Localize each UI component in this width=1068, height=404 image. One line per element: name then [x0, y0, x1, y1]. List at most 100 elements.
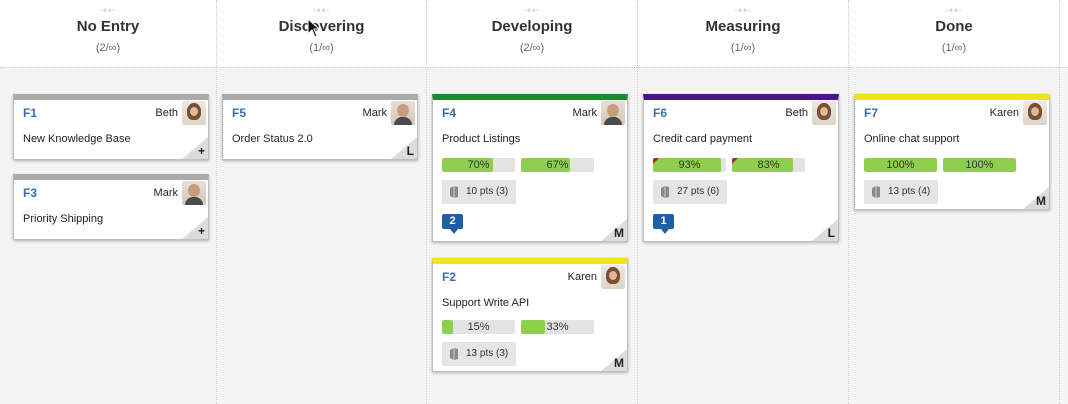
points-badge[interactable]: 13 pts (4)	[864, 180, 939, 204]
card-owner: Mark	[153, 187, 178, 199]
drag-arrows-icon[interactable]: ⇢⇠	[945, 6, 963, 15]
card-title: Product Listings	[442, 133, 521, 145]
comment-icon[interactable]: 2	[442, 214, 463, 234]
progress-bar: 100%	[943, 158, 1016, 172]
card-size: L	[827, 226, 835, 240]
card-id[interactable]: F3	[23, 186, 37, 200]
column-count: (1/∞)	[730, 42, 756, 54]
book-icon	[872, 186, 880, 198]
card-title: Support Write API	[442, 297, 530, 309]
points-badge[interactable]: 10 pts (3)	[442, 180, 517, 204]
card-f3[interactable]: F3 Mark Priority Shipping +	[13, 174, 209, 240]
card-title: Priority Shipping	[23, 213, 104, 225]
avatar	[601, 101, 625, 125]
progress-label: 83%	[757, 159, 780, 171]
card-id[interactable]: F5	[232, 106, 246, 120]
column-header[interactable]: ⇢⇠ Done (1/∞)	[849, 0, 1059, 68]
avatar	[1023, 101, 1047, 125]
card-id[interactable]: F6	[653, 106, 667, 120]
avatar	[391, 101, 415, 125]
drag-arrows-icon[interactable]: ⇢⇠	[523, 6, 541, 15]
progress-bar: 100%	[864, 158, 937, 172]
points-text: 27 pts (6)	[677, 186, 720, 197]
card-title: New Knowledge Base	[23, 133, 131, 145]
drag-arrows-icon[interactable]: ⇢⇠	[734, 6, 752, 15]
board-edge	[1060, 0, 1068, 404]
card-size: M	[1036, 194, 1046, 208]
card-title: Order Status 2.0	[232, 133, 313, 145]
column-count: (1/∞)	[941, 42, 967, 54]
column-header[interactable]: ⇢⇠ No Entry (2/∞)	[0, 0, 216, 68]
column-header[interactable]: ⇢⇠ Developing (2/∞)	[427, 0, 637, 68]
column-title: Developing	[491, 18, 573, 35]
card-f1[interactable]: F1 Beth New Knowledge Base +	[13, 94, 209, 160]
book-icon	[450, 348, 458, 360]
board-edge-body	[1060, 68, 1068, 404]
card-id[interactable]: F1	[23, 106, 37, 120]
comment-count: 1	[660, 215, 667, 227]
column-count: (2/∞)	[519, 42, 545, 54]
card-size: +	[197, 144, 205, 158]
column-discovering: ⇢⇠ Discovering (1/∞)	[217, 0, 427, 404]
progress-bar: 70%	[442, 158, 515, 172]
avatar	[182, 181, 206, 205]
kanban-board: ⇢⇠ No Entry (2/∞) ⇢⇠ Discovering (1/∞) ⇢…	[0, 0, 1068, 404]
card-f5[interactable]: F5 Mark Order Status 2.0 L	[222, 94, 418, 160]
points-badge[interactable]: 13 pts (3)	[442, 342, 517, 366]
progress-label: 70%	[467, 159, 490, 171]
card-owner: Karen	[989, 107, 1019, 119]
book-icon	[661, 186, 669, 198]
column-count: (2/∞)	[95, 42, 121, 54]
comment-count: 2	[449, 215, 456, 227]
avatar	[812, 101, 836, 125]
progress-bar: 15%	[442, 320, 515, 334]
card-owner: Mark	[572, 107, 597, 119]
drag-arrows-icon[interactable]: ⇢⇠	[313, 6, 331, 15]
card-title: Online chat support	[864, 133, 960, 145]
card-id[interactable]: F2	[442, 270, 456, 284]
card-owner: Mark	[362, 107, 387, 119]
progress-label: 33%	[546, 321, 569, 333]
points-text: 13 pts (4)	[888, 186, 931, 197]
card-f7[interactable]: F7 Karen Online chat support 100% 100% 1…	[854, 94, 1050, 210]
card-owner: Beth	[785, 107, 808, 119]
card-title: Credit card payment	[653, 133, 753, 145]
card-size: M	[614, 226, 624, 240]
progress-bar: 33%	[521, 320, 594, 334]
column-count: (1/∞)	[309, 42, 334, 54]
drag-arrows-icon[interactable]: ⇢⇠	[99, 6, 117, 15]
column-title: Discovering	[278, 18, 365, 35]
card-f2[interactable]: F2 Karen Support Write API 15% 33% 13 pt…	[432, 258, 628, 372]
progress-label: 67%	[546, 159, 569, 171]
card-owner: Karen	[567, 271, 597, 283]
column-header[interactable]: ⇢⇠ Measuring (1/∞)	[638, 0, 848, 68]
book-icon	[450, 186, 458, 198]
card-id[interactable]: F4	[442, 106, 456, 120]
progress-bar: 83%	[732, 158, 805, 172]
column-header[interactable]: ⇢⇠ Discovering (1/∞)	[217, 0, 426, 68]
progress-bar: 93%	[653, 158, 726, 172]
progress-label: 15%	[467, 321, 490, 333]
card-f6[interactable]: F6 Beth Credit card payment 93% 83% 27 p…	[643, 94, 839, 242]
card-size: L	[406, 144, 414, 158]
card-size: +	[197, 224, 205, 238]
column-title: Measuring	[705, 18, 781, 35]
progress-label: 100%	[965, 159, 994, 171]
mouse-pointer-icon	[307, 18, 321, 38]
progress-label: 100%	[886, 159, 915, 171]
avatar	[182, 101, 206, 125]
comment-icon[interactable]: 1	[653, 214, 674, 234]
column-title: No Entry	[76, 18, 140, 35]
progress-bar: 67%	[521, 158, 594, 172]
progress-label: 93%	[678, 159, 701, 171]
avatar	[601, 265, 625, 289]
board-edge-head	[1060, 0, 1068, 68]
card-f4[interactable]: F4 Mark Product Listings 70% 67% 10 pts …	[432, 94, 628, 242]
points-text: 13 pts (3)	[466, 348, 509, 359]
card-id[interactable]: F7	[864, 106, 878, 120]
points-text: 10 pts (3)	[466, 186, 509, 197]
points-badge[interactable]: 27 pts (6)	[653, 180, 728, 204]
card-owner: Beth	[155, 107, 178, 119]
card-size: M	[614, 356, 624, 370]
column-title: Done	[935, 18, 973, 35]
